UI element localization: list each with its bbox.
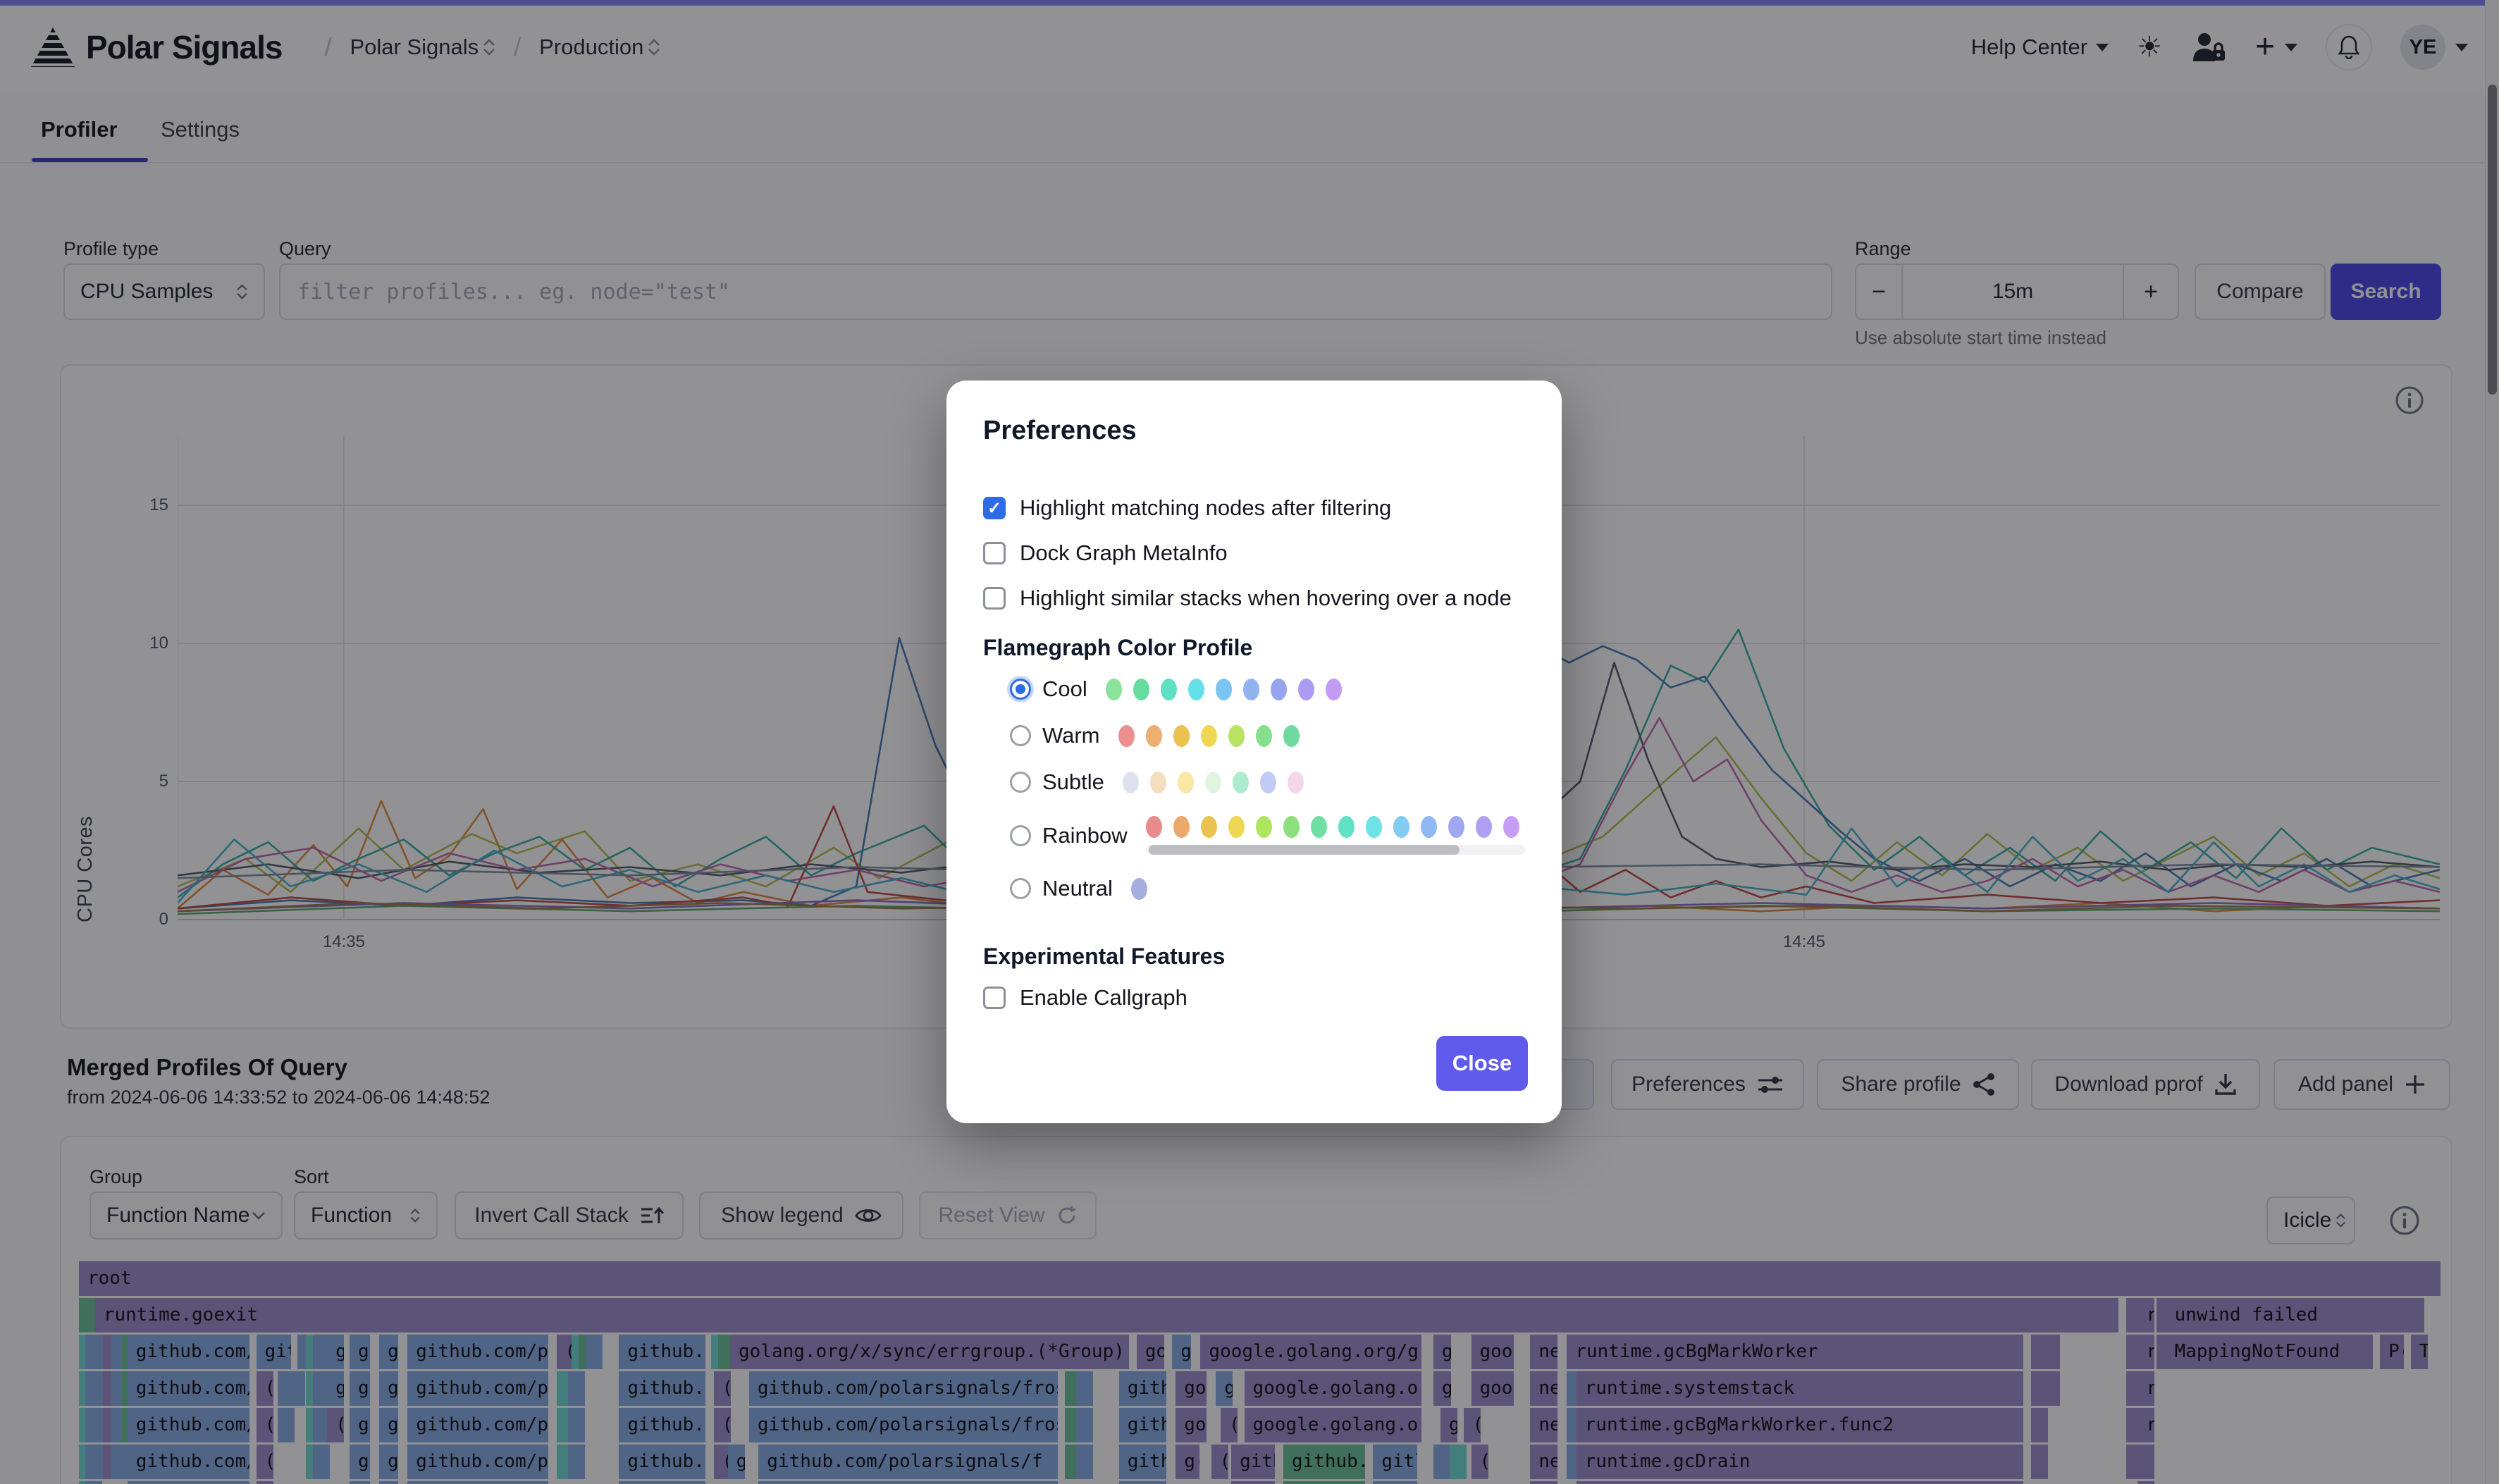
radio[interactable]: [1010, 825, 1031, 846]
color-swatch: [1131, 878, 1147, 900]
radio[interactable]: [1010, 772, 1031, 793]
checkbox[interactable]: [983, 587, 1006, 610]
profile-name: Rainbow: [1042, 823, 1128, 848]
color-swatches: [1131, 878, 1525, 900]
color-swatch: [1476, 816, 1492, 838]
swatch-scroll-area: [1146, 816, 1525, 855]
color-swatch: [1338, 816, 1355, 838]
color-swatch: [1216, 679, 1232, 700]
color-swatch: [1243, 679, 1259, 700]
color-swatch: [1178, 772, 1194, 793]
scrollbar-thumb[interactable]: [1149, 845, 1460, 855]
color-swatch: [1228, 725, 1245, 747]
color-profile-subtle: Subtle: [1010, 769, 1525, 795]
checkbox-label: Enable Callgraph: [1020, 985, 1187, 1010]
color-profile-neutral: Neutral: [1010, 876, 1525, 901]
color-swatch: [1448, 816, 1464, 838]
color-swatch: [1146, 725, 1162, 747]
color-swatch: [1201, 816, 1217, 838]
color-swatch: [1146, 816, 1162, 838]
app-screen: Polar Signals / Polar Signals / Producti…: [0, 0, 2499, 1484]
checkbox[interactable]: [983, 987, 1006, 1009]
color-swatch: [1133, 679, 1149, 700]
checkbox[interactable]: [983, 542, 1006, 564]
color-swatch: [1173, 725, 1190, 747]
color-swatch: [1256, 725, 1272, 747]
profile-name: Subtle: [1042, 769, 1104, 795]
dialog-option: Highlight similar stacks when hovering o…: [983, 586, 1525, 611]
color-profile-list: Cool Warm Subtle Rainbow Neutral: [983, 676, 1525, 901]
checkbox-label: Dock Graph MetaInfo: [1020, 540, 1228, 566]
color-swatch: [1503, 816, 1519, 838]
radio[interactable]: [1010, 679, 1031, 700]
color-swatch: [1366, 816, 1382, 838]
color-swatch: [1106, 679, 1122, 700]
color-swatches: [1118, 725, 1526, 747]
color-swatch: [1421, 816, 1437, 838]
color-swatch: [1233, 772, 1249, 793]
profile-name: Warm: [1042, 723, 1100, 748]
radio[interactable]: [1010, 725, 1031, 746]
color-swatch: [1256, 816, 1272, 838]
color-swatch: [1123, 772, 1139, 793]
dialog-option: Dock Graph MetaInfo: [983, 540, 1525, 566]
color-swatch: [1260, 772, 1276, 793]
checkbox-label: Highlight similar stacks when hovering o…: [1020, 586, 1512, 611]
color-swatch: [1326, 679, 1342, 700]
callgraph-checkbox-row: Enable Callgraph: [983, 985, 1525, 1010]
color-swatch: [1298, 679, 1314, 700]
dialog-options: ✓ Highlight matching nodes after filterin…: [983, 495, 1525, 611]
color-swatch: [1173, 816, 1190, 838]
color-swatches: [1146, 816, 1525, 838]
color-swatch: [1228, 816, 1245, 838]
color-swatch: [1283, 816, 1300, 838]
color-swatch: [1118, 725, 1135, 747]
color-profile-rainbow: Rainbow: [1010, 816, 1525, 855]
color-swatch: [1188, 679, 1204, 700]
close-button[interactable]: Close: [1436, 1036, 1528, 1091]
horizontal-scrollbar: [1146, 845, 1525, 855]
color-swatch: [1393, 816, 1409, 838]
color-swatches: [1123, 772, 1525, 793]
color-swatch: [1150, 772, 1166, 793]
color-swatch: [1205, 772, 1221, 793]
color-swatch: [1311, 816, 1327, 838]
preferences-dialog: Preferences ✓ Highlight matching nodes af…: [946, 381, 1562, 1123]
checkbox-label: Highlight matching nodes after filtering: [1020, 495, 1391, 521]
profile-name: Cool: [1042, 676, 1087, 702]
color-swatch: [1288, 772, 1304, 793]
callgraph-option: Enable Callgraph: [983, 985, 1525, 1010]
color-profile-warm: Warm: [1010, 723, 1525, 748]
color-swatches: [1106, 679, 1525, 700]
color-swatch: [1271, 679, 1287, 700]
checkbox[interactable]: ✓: [983, 497, 1006, 519]
color-profile-cool: Cool: [1010, 676, 1525, 702]
color-swatch: [1283, 725, 1300, 747]
radio[interactable]: [1010, 878, 1031, 899]
experimental-heading: Experimental Features: [983, 944, 1525, 970]
color-profile-heading: Flamegraph Color Profile: [983, 635, 1525, 661]
profile-name: Neutral: [1042, 876, 1113, 901]
dialog-option: ✓ Highlight matching nodes after filterin…: [983, 495, 1525, 521]
color-swatch: [1201, 725, 1217, 747]
dialog-title: Preferences: [983, 416, 1525, 446]
color-swatch: [1161, 679, 1177, 700]
